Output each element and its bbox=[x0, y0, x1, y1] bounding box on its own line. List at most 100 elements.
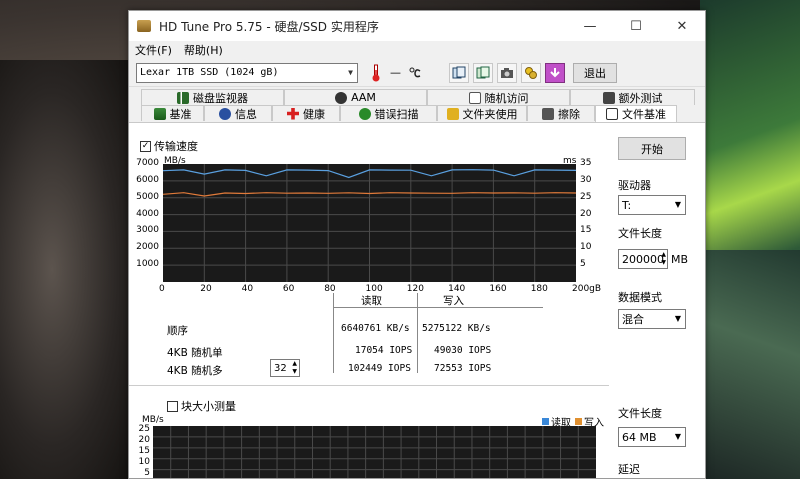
tab-info[interactable]: 信息 bbox=[204, 105, 272, 121]
drive-letter-value: T: bbox=[622, 198, 632, 212]
health-cross-icon bbox=[287, 107, 299, 120]
transfer-speed-checkbox-row[interactable]: ✓ 传输速度 bbox=[140, 138, 198, 154]
legend-write-swatch bbox=[575, 418, 582, 425]
menu-file[interactable]: 文件(F) bbox=[129, 42, 178, 58]
x-tick-label: 60 bbox=[282, 284, 295, 294]
4k-multi-read-value: 102449 IOPS bbox=[348, 363, 411, 374]
menu-help[interactable]: 帮助(H) bbox=[178, 42, 229, 58]
toolbar: Lexar 1TB SSD (1024 gB) ▼ — 退出 bbox=[129, 59, 705, 87]
folder-icon bbox=[446, 107, 459, 120]
start-button[interactable]: 开始 bbox=[618, 137, 686, 160]
y2-tick-label: 30 bbox=[580, 174, 592, 185]
block-file-length-select[interactable]: 64 MB ▼ bbox=[618, 427, 686, 447]
temperature-unit-icon bbox=[405, 63, 425, 83]
block-y-tick-label: 5 bbox=[144, 467, 150, 478]
chevron-down-icon: ▼ bbox=[674, 200, 681, 209]
data-mode-select[interactable]: 混合 ▼ bbox=[618, 309, 686, 329]
y-tick-label: 2000 bbox=[136, 242, 159, 253]
block-size-chart bbox=[153, 426, 596, 478]
y-tick-label: 5000 bbox=[136, 191, 159, 202]
legend-read-swatch bbox=[542, 418, 549, 425]
row-label-4k-multi: 4KB 随机多 bbox=[167, 365, 223, 377]
tab-folder-usage[interactable]: 文件夹使用 bbox=[437, 105, 527, 121]
block-y-tick-label: 25 bbox=[138, 424, 150, 434]
tab-label: 信息 bbox=[235, 107, 257, 121]
tab-label: 随机访问 bbox=[484, 91, 529, 105]
extra-tests-icon bbox=[602, 91, 615, 104]
tab-aam[interactable]: AAM bbox=[284, 89, 427, 105]
copy-all-icon[interactable] bbox=[473, 62, 493, 83]
y-tick-label: 1000 bbox=[136, 259, 159, 270]
4k-multi-write-value: 72553 IOPS bbox=[434, 363, 492, 374]
hdtune-window: HD Tune Pro 5.75 - 硬盘/SSD 实用程序 — ☐ ✕ 文件(… bbox=[128, 10, 706, 479]
queue-depth-stepper[interactable]: 32 ▲ ▼ bbox=[270, 359, 300, 377]
spinner-arrows-icon[interactable]: ▲ ▼ bbox=[292, 360, 297, 376]
table-divider bbox=[333, 293, 334, 373]
transfer-speed-chart bbox=[163, 164, 576, 282]
y-tick-label: 3000 bbox=[136, 225, 159, 236]
x-tick-label: 140 bbox=[448, 284, 466, 294]
copy-info-icon[interactable] bbox=[449, 62, 469, 83]
wallpaper-left bbox=[0, 60, 130, 479]
block-y-tick-label: 10 bbox=[138, 456, 150, 467]
section-divider bbox=[129, 385, 609, 386]
app-icon bbox=[137, 20, 151, 32]
tab-file-benchmark[interactable]: 文件基准 bbox=[595, 105, 677, 122]
sequential-read-value: 6640761 KB/s bbox=[341, 323, 410, 334]
transfer-speed-checkbox[interactable]: ✓ bbox=[140, 140, 151, 152]
y2-tick-label: 25 bbox=[580, 191, 592, 202]
block-size-checkbox[interactable] bbox=[167, 400, 178, 412]
tab-erase[interactable]: 擦除 bbox=[527, 105, 595, 121]
tab-label: 错误扫描 bbox=[374, 107, 419, 121]
spinner-arrows-icon[interactable]: ▲ ▼ bbox=[661, 251, 666, 267]
tab-disk-monitor[interactable]: 磁盘监视器 bbox=[141, 89, 284, 105]
col-header-read: 读取 bbox=[361, 295, 382, 307]
tab-error-scan[interactable]: 错误扫描 bbox=[340, 105, 437, 121]
data-mode-value: 混合 bbox=[622, 313, 644, 326]
wallpaper-right-lower bbox=[700, 250, 800, 479]
queue-depth-value: 32 bbox=[274, 362, 287, 374]
window-title: HD Tune Pro 5.75 - 硬盘/SSD 实用程序 bbox=[159, 19, 379, 34]
y-tick-label: 7000 bbox=[136, 158, 159, 168]
chevron-down-icon: ▼ bbox=[674, 314, 681, 323]
tab-label: 擦除 bbox=[558, 107, 580, 121]
chevron-down-icon: ▼ bbox=[674, 432, 681, 441]
save-download-icon[interactable] bbox=[545, 62, 565, 83]
block-y-tick-label: 20 bbox=[138, 434, 150, 445]
drive-select-value: Lexar 1TB SSD (1024 gB) bbox=[140, 67, 279, 78]
file-length-stepper[interactable]: 200000 ▲ ▼ bbox=[618, 249, 668, 269]
drive-select[interactable]: Lexar 1TB SSD (1024 gB) ▼ bbox=[136, 62, 358, 83]
close-button[interactable]: ✕ bbox=[659, 11, 705, 41]
x-tick-label: 180 bbox=[530, 284, 548, 294]
tab-health[interactable]: 健康 bbox=[272, 105, 340, 121]
tab-label: 健康 bbox=[303, 107, 325, 121]
block-file-length-value: 64 MB bbox=[622, 430, 657, 444]
tab-benchmark[interactable]: 基准 bbox=[141, 105, 204, 121]
transfer-speed-label: 传输速度 bbox=[154, 140, 198, 153]
y-tick-label: 6000 bbox=[136, 174, 159, 185]
file-length-unit: MB bbox=[671, 253, 689, 266]
tab-label: 文件夹使用 bbox=[462, 107, 518, 121]
tabs-top-row: 磁盘监视器 AAM 随机访问 额外测试 bbox=[129, 89, 705, 105]
camera-icon[interactable] bbox=[497, 62, 517, 83]
options-icon[interactable] bbox=[521, 62, 541, 83]
speaker-icon bbox=[335, 91, 348, 104]
title-bar: HD Tune Pro 5.75 - 硬盘/SSD 实用程序 — ☐ ✕ bbox=[129, 11, 705, 41]
file-benchmark-panel: ✓ 传输速度 MB/s ms 读取 写入 顺序 6640761 KB/s 527… bbox=[129, 122, 705, 478]
block-size-checkbox-row[interactable]: 块大小测量 bbox=[167, 398, 236, 414]
row-label-sequential: 顺序 bbox=[167, 325, 188, 337]
chevron-down-icon: ▼ bbox=[348, 67, 353, 77]
minimize-button[interactable]: — bbox=[567, 11, 613, 41]
block-size-label: 块大小测量 bbox=[181, 400, 236, 413]
tab-extra-tests[interactable]: 额外测试 bbox=[570, 89, 695, 105]
file-length-label: 文件长度 bbox=[618, 227, 662, 240]
maximize-button[interactable]: ☐ bbox=[613, 11, 659, 41]
tab-label: 基准 bbox=[169, 107, 192, 121]
tab-random-access[interactable]: 随机访问 bbox=[427, 89, 570, 105]
drive-letter-select[interactable]: T: ▼ bbox=[618, 195, 686, 215]
x-tick-label: 100 bbox=[365, 284, 383, 294]
sequential-write-value: 5275122 KB/s bbox=[422, 323, 491, 334]
disk-monitor-icon bbox=[177, 91, 189, 104]
row-label-4k-single: 4KB 随机单 bbox=[167, 347, 223, 359]
exit-button[interactable]: 退出 bbox=[573, 62, 617, 83]
